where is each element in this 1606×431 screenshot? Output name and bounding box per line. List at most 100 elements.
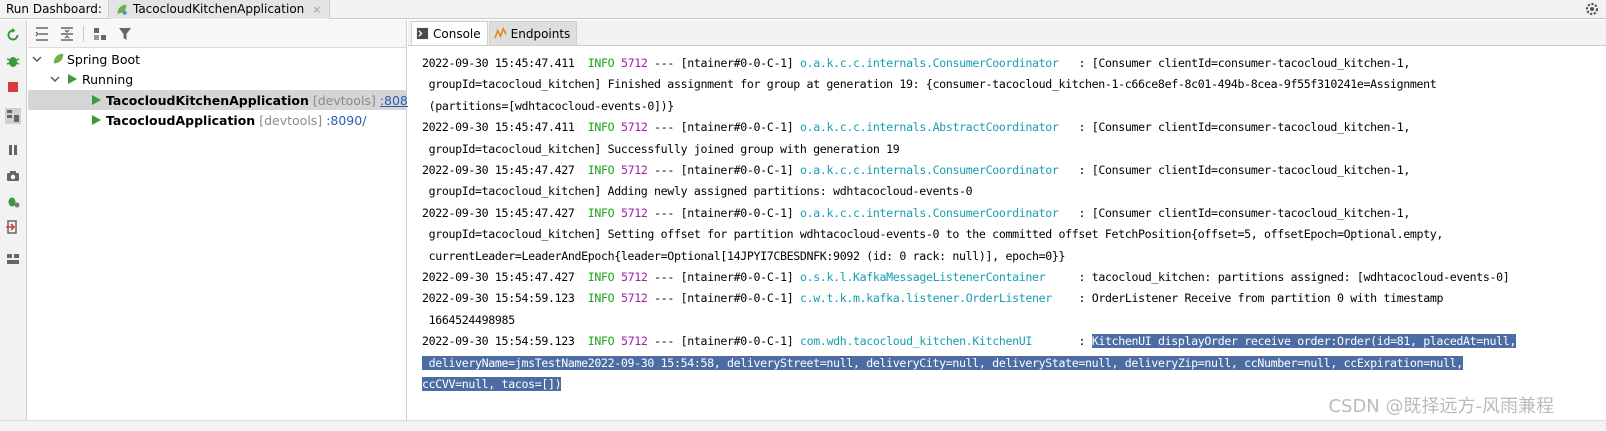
log-message: currentLeader=LeaderAndEpoch{leader=Opti…: [422, 248, 1066, 263]
log-timestamp: 2022-09-30 15:54:59.123: [422, 334, 575, 349]
dashboard-toolbar: [28, 20, 406, 48]
log-line: groupId=tacocloud_kitchen] Adding newly …: [422, 181, 973, 201]
exit-icon[interactable]: [5, 219, 21, 235]
app-devtools-tag: [devtools]: [312, 92, 376, 108]
app-port-link[interactable]: :8090/: [326, 113, 366, 128]
log-line: currentLeader=LeaderAndEpoch{leader=Opti…: [422, 246, 1066, 266]
tree-node-app-kitchen[interactable]: TacocloudKitchenApplication [devtools] :…: [28, 90, 420, 110]
tab-label: TacocloudKitchenApplication: [132, 2, 305, 16]
app-devtools-tag: [devtools]: [259, 112, 323, 128]
app-name: TacocloudApplication: [106, 112, 256, 128]
log-thread: [ntainer#0-0-C-1]: [680, 120, 794, 135]
group-by-icon[interactable]: [92, 26, 108, 42]
tree-node-spring-boot[interactable]: Spring Boot: [28, 49, 407, 69]
log-thread: [ntainer#0-0-C-1]: [680, 334, 794, 349]
tree-node-label: Spring Boot: [67, 51, 141, 67]
endpoints-icon: [493, 27, 507, 39]
log-message: groupId=tacocloud_kitchen] Successfully …: [422, 141, 900, 156]
log-message: (partitions=[wdhtacocloud-events-0])}: [422, 98, 675, 113]
log-pid: 5712: [620, 270, 648, 284]
run-dashboard-label: Run Dashboard:: [6, 2, 102, 16]
log-message: : tacocloud_kitchen: partitions assigned…: [1071, 270, 1510, 284]
log-level: INFO: [587, 163, 615, 177]
log-level: INFO: [587, 291, 615, 306]
rerun-icon[interactable]: [5, 27, 21, 43]
log-pid: 5712: [620, 334, 648, 349]
log-separator: ---: [647, 120, 681, 135]
running-icon: [68, 74, 77, 84]
log-line: groupId=tacocloud_kitchen] Finished assi…: [422, 74, 1437, 94]
log-pid: 5712: [620, 163, 648, 177]
log-logger: com.wdh.tacocloud_kitchen.KitchenUI: [799, 334, 1072, 349]
log-timestamp: 2022-09-30 15:54:59.123: [422, 291, 575, 306]
camera-icon[interactable]: [5, 168, 21, 184]
log-thread: [ntainer#0-0-C-1]: [680, 56, 794, 70]
log-message: : OrderListener Receive from partition 0…: [1071, 291, 1444, 306]
log-line: (partitions=[wdhtacocloud-events-0])}: [422, 96, 675, 116]
tree-node-app-tacocloud[interactable]: TacocloudApplication [devtools] :8090/: [28, 110, 407, 130]
log-level: INFO: [587, 270, 615, 284]
log-separator: ---: [647, 205, 681, 220]
log-line: 2022-09-30 15:54:59.123 INFO 5712 --- [n…: [422, 288, 1443, 308]
log-message: : [Consumer clientId=consumer-tacocloud_…: [1071, 163, 1410, 177]
layout-icon[interactable]: [5, 108, 21, 124]
tab-console[interactable]: Console: [411, 21, 488, 45]
log-logger: o.a.k.c.c.internals.AbstractCoordinator: [799, 120, 1072, 135]
csdn-watermark: CSDN @既择远方-风雨兼程: [1328, 396, 1554, 417]
log-timestamp: 2022-09-30 15:45:47.411: [422, 120, 575, 135]
log-line: 2022-09-30 15:45:47.427 INFO 5712 --- [n…: [422, 267, 1510, 287]
run-icon: [92, 115, 101, 125]
chevron-down-icon[interactable]: [50, 74, 60, 84]
log-message: groupId=tacocloud_kitchen] Adding newly …: [422, 184, 973, 199]
log-line: 2022-09-30 15:45:47.427 INFO 5712 --- [n…: [422, 203, 1410, 223]
log-level: INFO: [587, 334, 615, 349]
log-timestamp: 2022-09-30 15:45:47.427: [422, 205, 575, 220]
log-line: 2022-09-30 15:54:59.123 INFO 5712 --- [n…: [422, 331, 1516, 351]
log-logger: o.a.k.c.c.internals.ConsumerCoordinator: [799, 56, 1072, 70]
log-logger: o.a.k.c.c.internals.ConsumerCoordinator: [799, 205, 1072, 220]
tree-node-label: Running: [82, 71, 134, 87]
log-separator: ---: [647, 56, 681, 70]
app-name: TacocloudKitchenApplication: [106, 92, 309, 108]
log-timestamp: 2022-09-30 15:45:47.427: [422, 270, 575, 284]
log-logger: c.w.t.k.m.kafka.listener.OrderListener: [799, 291, 1072, 306]
debug-settings-icon[interactable]: [5, 193, 21, 209]
left-toolbar: [0, 20, 27, 420]
chevron-down-icon[interactable]: [32, 54, 42, 64]
log-selected-text: deliveryName=jmsTestName2022-09-30 15:54…: [422, 355, 1463, 370]
gear-icon[interactable]: [1584, 1, 1600, 17]
log-level: INFO: [587, 205, 615, 220]
log-separator: ---: [647, 270, 681, 284]
tab-tacocloud-kitchen-application[interactable]: TacocloudKitchenApplication ×: [107, 0, 331, 19]
log-message: 1664524498985: [422, 312, 516, 327]
pin-layout-icon[interactable]: [5, 251, 21, 267]
collapse-all-icon[interactable]: [59, 26, 75, 42]
tab-endpoints[interactable]: Endpoints: [488, 21, 578, 45]
spring-leaf-icon: [117, 4, 127, 15]
log-message: : [Consumer clientId=consumer-tacocloud_…: [1071, 120, 1410, 135]
tab-label: Endpoints: [510, 26, 571, 41]
log-timestamp: 2022-09-30 15:45:47.411: [422, 56, 575, 70]
log-separator: ---: [647, 291, 681, 306]
toolbar-separator: [83, 26, 84, 42]
log-thread: [ntainer#0-0-C-1]: [680, 291, 794, 306]
debug-icon[interactable]: [5, 53, 21, 69]
pause-icon[interactable]: [5, 142, 21, 158]
console-tabs: Console Endpoints: [408, 20, 1606, 46]
log-thread: [ntainer#0-0-C-1]: [680, 163, 794, 177]
spring-boot-icon: [53, 53, 64, 64]
filter-icon[interactable]: [117, 26, 133, 42]
tab-label: Console: [433, 26, 481, 41]
stop-icon[interactable]: [5, 79, 21, 95]
expand-all-icon[interactable]: [34, 26, 50, 42]
close-icon[interactable]: ×: [312, 3, 321, 16]
run-icon: [92, 95, 101, 105]
log-logger: o.s.k.l.KafkaMessageListenerContainer: [799, 270, 1072, 284]
tree-node-running[interactable]: Running: [28, 69, 407, 89]
log-thread: [ntainer#0-0-C-1]: [680, 270, 794, 284]
log-message: :: [1071, 334, 1092, 349]
horizontal-scrollbar[interactable]: [0, 420, 1606, 431]
log-line: 2022-09-30 15:45:47.411 INFO 5712 --- [n…: [422, 53, 1410, 73]
log-line: 2022-09-30 15:45:47.411 INFO 5712 --- [n…: [422, 117, 1410, 137]
log-selected-text: ccCVV=null, tacos=[]): [422, 377, 562, 391]
